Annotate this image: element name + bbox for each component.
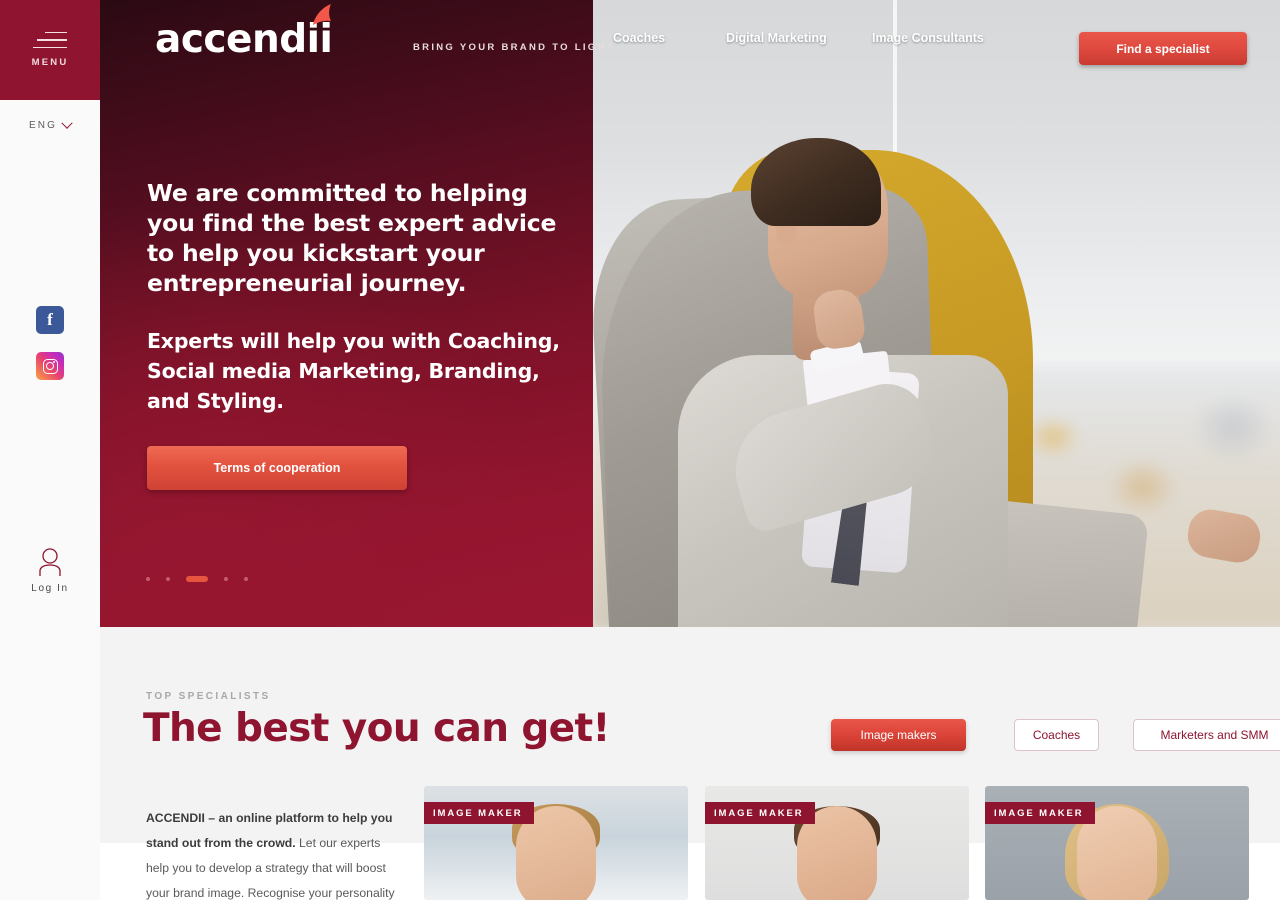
login-button[interactable]: Log In: [0, 548, 100, 594]
card-badge: IMAGE MAKER: [705, 802, 815, 824]
hero-section: accendii BRING YOUR BRAND TO LIGHT Coach…: [100, 0, 1280, 627]
language-label: ENG: [29, 120, 57, 131]
specialist-cards: IMAGE MAKER IMAGE MAKER IMAGE MAKER: [424, 786, 1280, 900]
specialist-filters: Image makers Coaches Marketers and SMM: [831, 719, 1280, 751]
nav-item-digital-marketing[interactable]: Digital Marketing: [726, 31, 833, 45]
brand-tagline: BRING YOUR BRAND TO LIGHT: [413, 42, 615, 53]
filter-coaches[interactable]: Coaches: [1014, 719, 1099, 751]
hero-subheadline: Experts will help you with Coaching, Soc…: [147, 329, 560, 413]
carousel-dots: [146, 576, 248, 582]
hamburger-icon: [33, 31, 67, 49]
logo[interactable]: accendii: [155, 4, 333, 62]
specialist-card[interactable]: IMAGE MAKER: [705, 786, 969, 900]
instagram-icon[interactable]: [36, 352, 64, 380]
nav-item-image-consultants[interactable]: Image Consultants: [872, 31, 984, 45]
hero-copy: We are committed to helping you find the…: [147, 178, 577, 416]
find-specialist-button[interactable]: Find a specialist: [1079, 32, 1247, 65]
section-body: ACCENDII – an online platform to help yo…: [146, 806, 396, 900]
top-navigation: Coaches Digital Marketing Image Consulta…: [613, 31, 984, 45]
flame-icon: [313, 4, 332, 25]
carousel-dot-active[interactable]: [186, 576, 208, 582]
carousel-dot[interactable]: [244, 577, 248, 581]
instagram-glyph: [42, 358, 58, 374]
carousel-dot[interactable]: [224, 577, 228, 581]
hero-headline: We are committed to helping you find the…: [147, 179, 557, 297]
carousel-dot[interactable]: [166, 577, 170, 581]
specialist-card[interactable]: IMAGE MAKER: [424, 786, 688, 900]
filter-marketers-smm[interactable]: Marketers and SMM: [1133, 719, 1280, 751]
carousel-dot[interactable]: [146, 577, 150, 581]
chevron-down-icon: [61, 117, 73, 129]
section-title: The best you can get!: [143, 706, 610, 751]
specialist-card[interactable]: IMAGE MAKER: [985, 786, 1249, 900]
menu-button[interactable]: MENU: [0, 0, 100, 100]
card-badge: IMAGE MAKER: [424, 802, 534, 824]
filter-image-makers[interactable]: Image makers: [831, 719, 966, 751]
logo-text: accendii: [155, 17, 333, 62]
user-icon: [39, 548, 61, 576]
menu-label: MENU: [31, 57, 69, 69]
login-label: Log In: [31, 583, 69, 594]
social-links: f: [0, 306, 100, 380]
section-eyebrow: TOP SPECIALISTS: [146, 691, 271, 702]
nav-item-coaches[interactable]: Coaches: [613, 31, 681, 45]
left-rail: MENU ENG f Log In: [0, 0, 100, 900]
language-selector[interactable]: ENG: [0, 117, 100, 131]
page-root: MENU ENG f Log In accendii BRING YOUR BR…: [0, 0, 1280, 900]
card-badge: IMAGE MAKER: [985, 802, 1095, 824]
facebook-icon[interactable]: f: [36, 306, 64, 334]
facebook-glyph: f: [47, 310, 53, 329]
terms-of-cooperation-button[interactable]: Terms of cooperation: [147, 446, 407, 490]
brand-bar: accendii BRING YOUR BRAND TO LIGHT Coach…: [100, 0, 1280, 100]
